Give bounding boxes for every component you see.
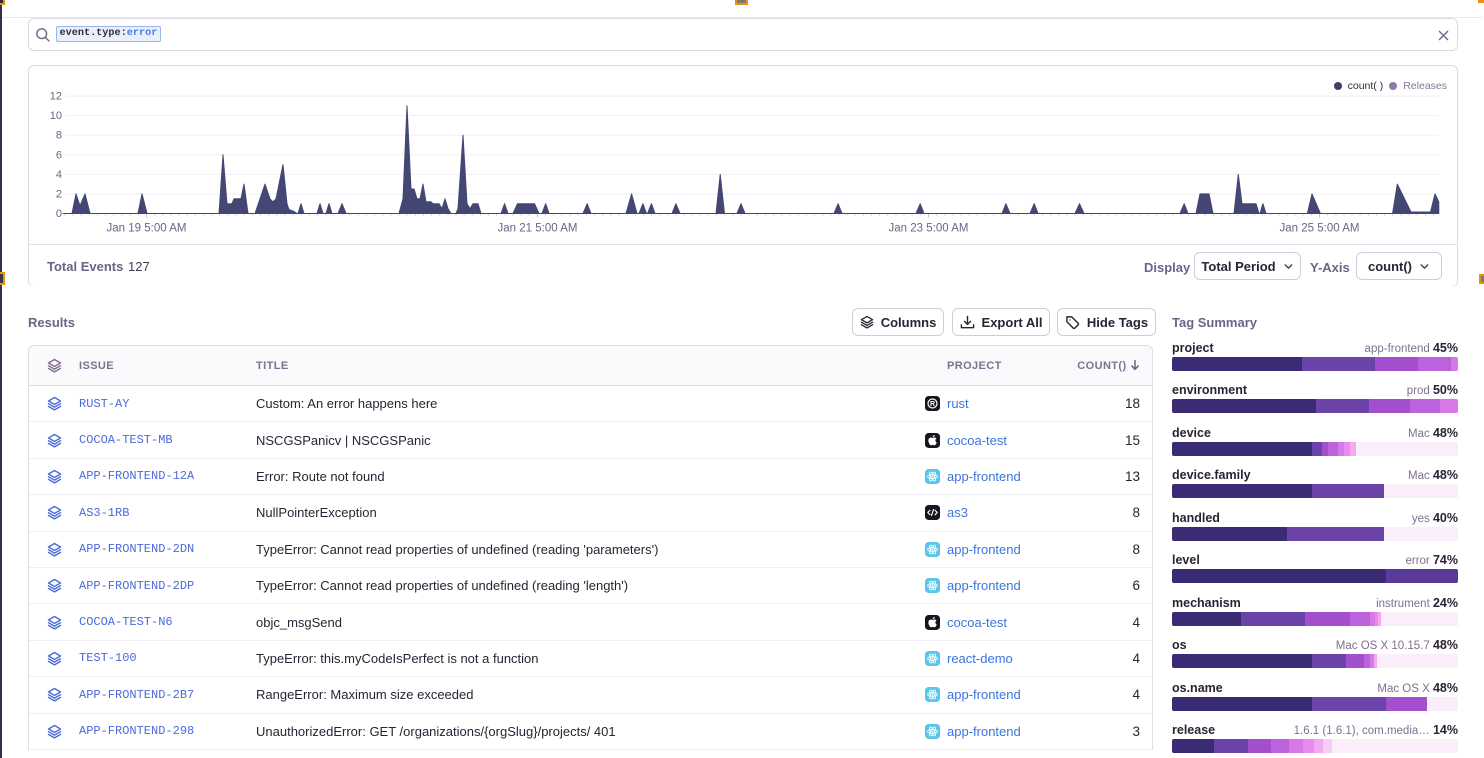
svg-text:Jan 25 5:00 AM: Jan 25 5:00 AM	[1280, 223, 1360, 235]
svg-text:Jan 19 5:00 AM: Jan 19 5:00 AM	[107, 223, 187, 235]
svg-text:R: R	[930, 401, 935, 408]
svg-text:8: 8	[56, 130, 62, 142]
svg-text:6: 6	[56, 149, 62, 161]
svg-text:2: 2	[56, 188, 62, 200]
svg-text:12: 12	[50, 91, 62, 103]
svg-text:Jan 21 5:00 AM: Jan 21 5:00 AM	[498, 223, 578, 235]
svg-text:Jan 23 5:00 AM: Jan 23 5:00 AM	[889, 223, 969, 235]
svg-text:4: 4	[56, 169, 62, 181]
svg-text:0: 0	[56, 208, 62, 220]
svg-text:10: 10	[50, 110, 62, 122]
